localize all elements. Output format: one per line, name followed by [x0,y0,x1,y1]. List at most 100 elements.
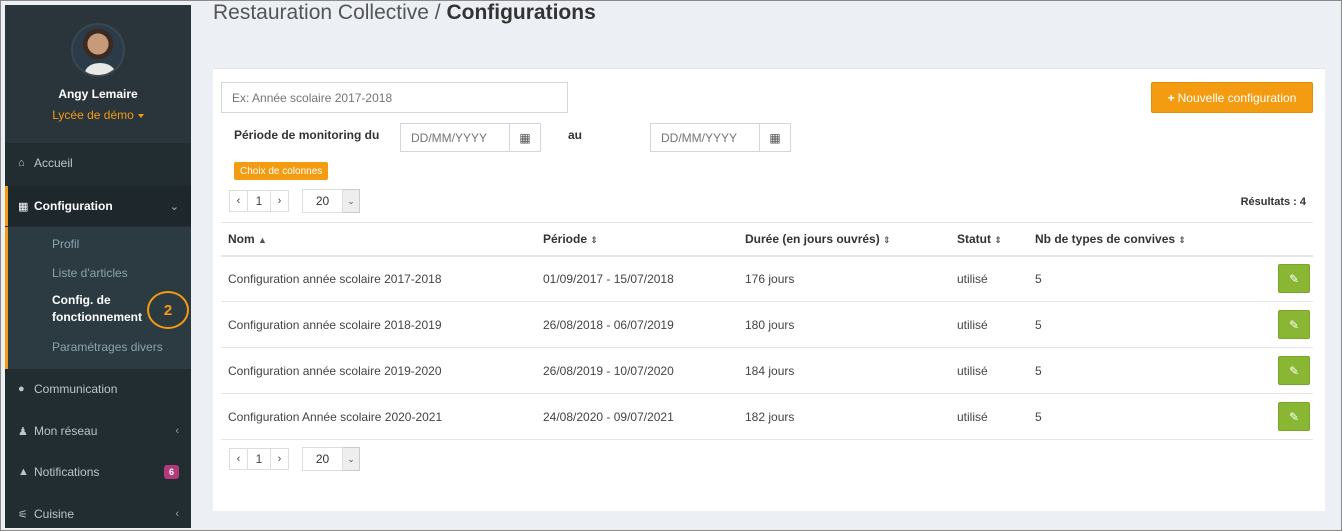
cell-duree: 182 jours [738,393,950,440]
new-configuration-button[interactable]: + Nouvelle configuration [1151,82,1313,113]
pagination-bottom: ‹ 1 › 20 ⌄ [229,447,360,471]
date-to-group: ▦ [650,123,791,152]
edit-button[interactable]: ✎ [1278,264,1310,294]
sidebar-item-label: Accueil [34,156,73,170]
cell-periode: 26/08/2019 - 10/07/2020 [536,347,738,394]
page-size-value: 20 [302,447,343,471]
sidebar-item-label: Mon réseau [34,424,98,438]
cell-statut: utilisé [950,347,1028,394]
table-row: Configuration Année scolaire 2020-2021 2… [221,393,1313,440]
breadcrumb-section: Restauration Collective / [213,1,447,24]
submenu-item-parametrages[interactable]: Paramétrages divers [52,340,163,354]
sidebar-item-accueil[interactable]: ⌂ Accueil [5,143,191,183]
page-header: Restauration Collective / Configurations [191,1,1341,49]
new-configuration-label: Nouvelle configuration [1177,90,1297,105]
edit-button[interactable]: ✎ [1278,402,1310,431]
cell-statut: utilisé [950,393,1028,440]
col-header-actions [1228,222,1313,257]
submenu-label-line1: Config. de [52,293,111,307]
page-title: Restauration Collective / Configurations [213,1,596,25]
page-size-select[interactable]: 20 ⌄ [302,189,360,213]
page-size-select[interactable]: 20 ⌄ [302,447,360,471]
pencil-icon: ✎ [1288,363,1300,378]
sidebar: Angy Lemaire Lycée de démo ⌂ Accueil ▦ C… [5,5,191,528]
sidebar-item-label: Cuisine [34,507,75,521]
prev-page-button[interactable]: ‹ [229,448,248,470]
cell-periode: 24/08/2020 - 09/07/2021 [536,393,738,440]
col-label: Durée (en jours ouvrés) [745,231,880,246]
submenu-item-articles[interactable]: Liste d'articles [52,266,128,280]
sidebar-item-label: Notifications [34,465,100,479]
avatar [71,23,125,77]
col-header-convives[interactable]: Nb de types de convives ⇕ [1028,222,1228,257]
table-row: Configuration année scolaire 2019-2020 2… [221,347,1313,394]
chevron-down-icon: ⌄ [343,447,360,471]
cell-duree: 184 jours [738,347,950,394]
sidebar-item-notifications[interactable]: ▲ Notifications 6 [5,452,191,492]
sidebar-item-communication[interactable]: ● Communication [5,369,191,409]
school-dropdown[interactable]: Lycée de démo [5,108,191,122]
search-input[interactable] [221,82,568,113]
notifications-badge: 6 [163,465,179,479]
table-header-row: Nom ▲ Période ⇕ Durée (en jours ouvrés) … [221,222,1313,257]
sort-icon: ⇕ [883,234,891,245]
edit-button[interactable]: ✎ [1278,356,1310,385]
next-page-button[interactable]: › [270,190,289,212]
cell-statut: utilisé [950,301,1028,348]
cell-duree: 180 jours [738,301,950,348]
sort-icon: ⇕ [994,234,1002,245]
edit-button[interactable]: ✎ [1278,310,1310,339]
col-label: Statut [957,231,991,246]
user-panel: Angy Lemaire Lycée de démo [5,5,191,143]
sidebar-item-label: Configuration [34,199,113,213]
date-from-input[interactable] [400,123,510,152]
institution-icon: ▦ [18,200,29,213]
cell-actions: ✎ [1228,255,1313,302]
sort-icon: ⇕ [1178,234,1186,245]
date-to-input[interactable] [650,123,760,152]
cell-periode: 26/08/2018 - 06/07/2019 [536,301,738,348]
next-page-button[interactable]: › [270,448,289,470]
cell-convives: 5 [1028,347,1228,394]
sidebar-item-configuration[interactable]: ▦ Configuration ⌄ [5,186,191,226]
caret-down-icon [137,113,144,118]
prev-page-button[interactable]: ‹ [229,190,248,212]
cell-actions: ✎ [1228,301,1313,348]
cell-nom: Configuration année scolaire 2017-2018 [221,255,536,302]
step-marker: 2 [147,291,189,329]
submenu-item-config-fonctionnement[interactable]: Config. de fonctionnement [52,292,142,326]
table-row: Configuration année scolaire 2018-2019 2… [221,301,1313,348]
cell-convives: 5 [1028,255,1228,302]
calendar-icon[interactable]: ▦ [760,123,791,152]
sidebar-item-label: Communication [34,382,118,396]
chevron-down-icon: ⌄ [343,189,360,213]
table-row: Configuration année scolaire 2017-2018 0… [221,255,1313,302]
col-label: Nom [228,231,255,246]
pencil-icon: ✎ [1288,409,1300,424]
col-header-periode[interactable]: Période ⇕ [536,222,738,257]
page-number-button[interactable]: 1 [247,448,271,470]
app-window: Angy Lemaire Lycée de démo ⌂ Accueil ▦ C… [0,0,1342,531]
to-label: au [568,128,583,142]
columns-choice-button[interactable]: Choix de colonnes [234,162,329,180]
pagination-top: ‹ 1 › 20 ⌄ [229,189,360,213]
submenu-item-profil[interactable]: Profil [52,237,79,251]
period-label: Période de monitoring du [234,128,380,142]
user-name: Angy Lemaire [58,87,138,101]
col-label: Nb de types de convives [1035,231,1176,246]
calendar-icon[interactable]: ▦ [510,123,541,152]
sidebar-item-cuisine[interactable]: ⚟ Cuisine ‹ [5,494,191,528]
col-header-duree[interactable]: Durée (en jours ouvrés) ⇕ [738,222,950,257]
page-number-button[interactable]: 1 [247,190,271,212]
chevron-left-icon: ‹ [175,425,179,437]
submenu-label-line2: fonctionnement [52,310,142,324]
sidebar-item-reseau[interactable]: ♟ Mon réseau ‹ [5,411,191,451]
col-header-statut[interactable]: Statut ⇕ [950,222,1028,257]
cell-periode: 01/09/2017 - 15/07/2018 [536,255,738,302]
cell-statut: utilisé [950,255,1028,302]
cell-convives: 5 [1028,393,1228,440]
cell-nom: Configuration année scolaire 2019-2020 [221,347,536,394]
pencil-icon: ✎ [1288,271,1300,286]
col-header-nom[interactable]: Nom ▲ [221,222,536,257]
configurations-table: Nom ▲ Période ⇕ Durée (en jours ouvrés) … [221,222,1313,440]
